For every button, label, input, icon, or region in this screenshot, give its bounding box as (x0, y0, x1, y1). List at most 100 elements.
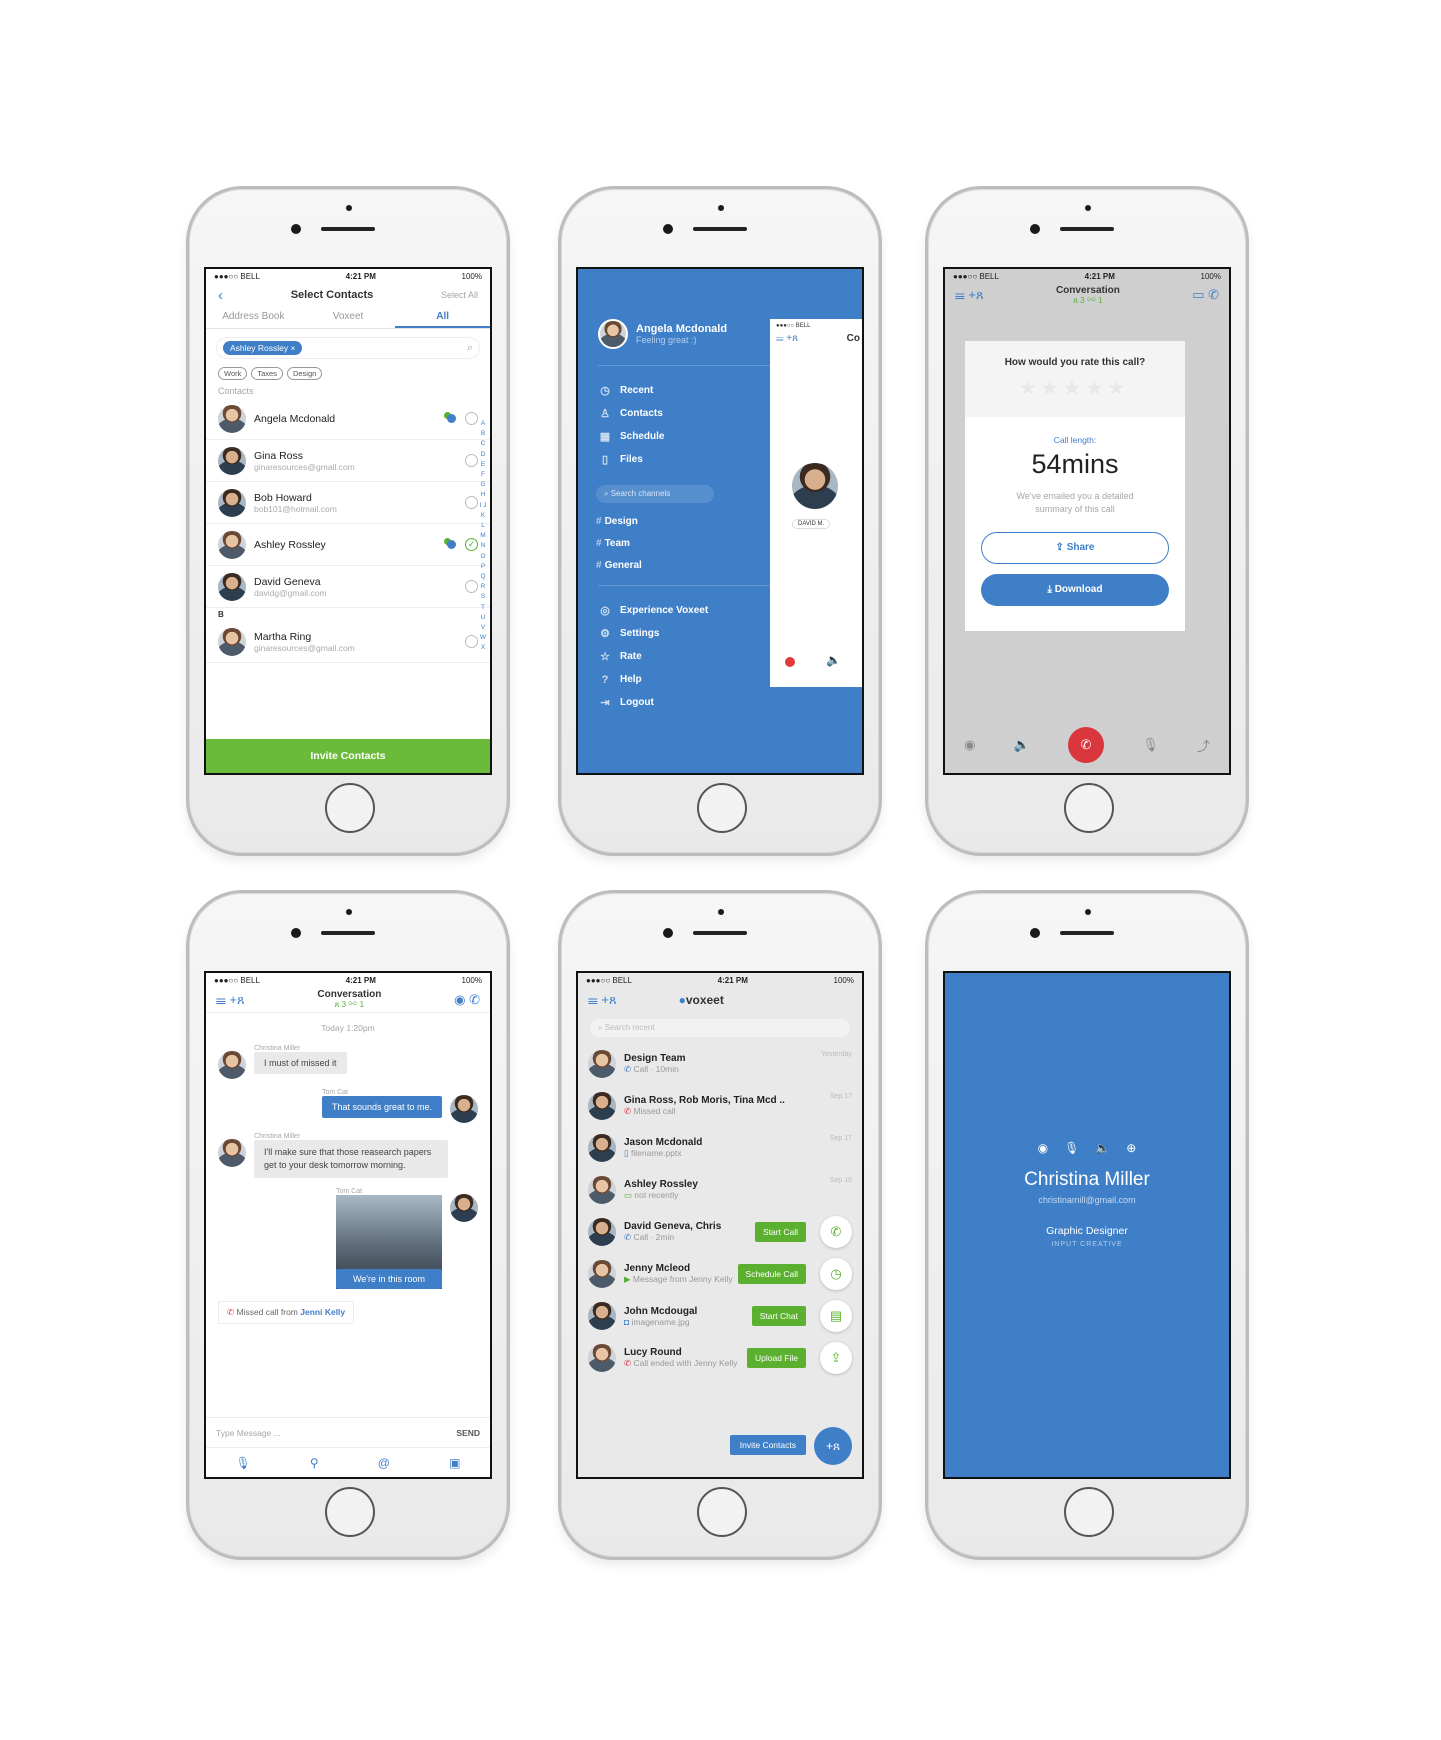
menu-item-logout[interactable]: ⇥ Logout (578, 691, 862, 714)
contact-name: David Geneva (254, 575, 321, 588)
contact-row[interactable]: Gina Ross ginaresources@gmail.com (206, 440, 490, 482)
message-left: Christina Miller I'll make sure that thos… (206, 1133, 490, 1178)
gear-icon: ⚙ (600, 628, 610, 640)
missed-text: Missed call from (236, 1307, 298, 1317)
home-button[interactable] (325, 1487, 375, 1537)
recent-row[interactable]: Jason Mcdonald ▯ filename.pptx Sep 17 (578, 1127, 862, 1169)
clock-icon[interactable]: ◷ (820, 1258, 852, 1290)
phone-icon[interactable]: ▭ ✆ (1192, 287, 1219, 303)
upload-file-button[interactable]: Upload File (747, 1348, 806, 1368)
missed-call-notice[interactable]: ✆ Missed call from Jenni Kelly (218, 1301, 355, 1324)
recent-row[interactable]: David Geneva, Chris ✆ Call · 2min Start Ca… (578, 1211, 862, 1253)
record-icon[interactable]: ◉ (964, 737, 975, 753)
menu-icon[interactable]: ☰ +ጸ (216, 992, 245, 1008)
home-button[interactable] (325, 783, 375, 833)
peek-conversation[interactable]: ●●●○○ BELL ☰ +ጸ Co DAVID M. 🔈 (770, 319, 862, 687)
home-button[interactable] (1064, 1487, 1114, 1537)
menu-icon[interactable]: ☰ +ጸ (588, 992, 617, 1008)
select-radio[interactable] (465, 635, 478, 648)
recent-row[interactable]: Ashley Rossley ▭ not recently Sep 16 (578, 1169, 862, 1211)
phone-icon[interactable]: ✆ (820, 1216, 852, 1248)
transfer-icon[interactable]: ⤴ (1197, 736, 1210, 755)
select-radio[interactable] (465, 454, 478, 467)
invite-contacts-button[interactable]: Invite Contacts (206, 739, 490, 773)
avatar (450, 1095, 478, 1123)
add-contact-fab[interactable]: +ጸ (814, 1427, 852, 1465)
recent-row[interactable]: Gina Ross, Rob Moris, Tina Mcd .. ✆ Misse… (578, 1085, 862, 1127)
tab-all[interactable]: All (395, 307, 490, 328)
selected-chip[interactable]: Ashley Rossley × (223, 341, 303, 355)
share-button[interactable]: ⇪ Share (981, 532, 1169, 564)
mute-icon[interactable]: 🎙 (1064, 1141, 1079, 1155)
image-icon[interactable]: ▣ (449, 1456, 460, 1470)
home-button[interactable] (697, 783, 747, 833)
tab-voxeet[interactable]: Voxeet (301, 307, 396, 328)
tab-address-book[interactable]: Address Book (206, 307, 301, 328)
speaker-icon[interactable]: 🔈 (1014, 737, 1030, 753)
home-button[interactable] (697, 1487, 747, 1537)
home-button[interactable] (1064, 783, 1114, 833)
search-input[interactable]: Ashley Rossley × ⌕ (216, 337, 480, 359)
contact-row[interactable]: David Geneva davidg@gmail.com (206, 566, 490, 608)
row-subtitle-text: Call · 10min (633, 1064, 679, 1074)
microphone-icon[interactable]: 🎙 (236, 1456, 251, 1470)
row-subtitle-text: Message from Jenny Kelly (632, 1274, 733, 1284)
header: ‹ Select Contacts Select All (206, 283, 490, 307)
image-attachment[interactable]: We're in this room (336, 1195, 442, 1289)
star-rating[interactable]: ★★★★★ (965, 378, 1185, 399)
chat-icon[interactable]: ▤ (820, 1300, 852, 1332)
tag-work[interactable]: Work (218, 367, 248, 380)
menu-icon[interactable]: ☰ +ጸ (955, 287, 984, 303)
speaker-icon[interactable]: 🔈 (1095, 1141, 1110, 1155)
start-call-button[interactable]: Start Call (755, 1222, 806, 1242)
add-icon[interactable]: ⊕ (1126, 1141, 1136, 1155)
clock: 4:21 PM (345, 975, 376, 985)
phone-icon[interactable]: ◉ ✆ (454, 992, 480, 1008)
profile-icon[interactable]: ◉ (1038, 1141, 1048, 1155)
invite-contacts-button[interactable]: Invite Contacts (729, 1435, 806, 1455)
recent-row[interactable]: Design Team ✆ Call · 10min Yesterday (578, 1043, 862, 1085)
volume-icon[interactable]: 🔈 (826, 653, 841, 667)
contact-row[interactable]: Angela Mcdonald (206, 398, 490, 440)
mute-icon[interactable]: 🎙 (1142, 737, 1159, 753)
recent-row[interactable]: John Mcdougal ◘ imagename.jpg Start Chat ▤ (578, 1295, 862, 1337)
contact-row[interactable]: Ashley Rossley ✓ (206, 524, 490, 566)
download-button[interactable]: ⤓ Download (981, 574, 1169, 606)
back-icon[interactable]: ‹ (218, 287, 223, 304)
record-icon[interactable] (785, 657, 795, 667)
selected-check-icon[interactable]: ✓ (465, 538, 478, 551)
select-radio[interactable] (465, 496, 478, 509)
message-composer: Type Message ... SEND (206, 1417, 490, 1447)
schedule-call-button[interactable]: Schedule Call (737, 1264, 806, 1284)
start-chat-button[interactable]: Start Chat (751, 1306, 806, 1326)
row-subtitle: ✆ Call · 2min (624, 1232, 721, 1243)
avatar (588, 1218, 616, 1246)
mention-icon[interactable]: @ (378, 1456, 390, 1470)
avatar (218, 572, 246, 601)
attach-icon[interactable]: ⚲ (310, 1456, 319, 1470)
send-button[interactable]: SEND (456, 1428, 480, 1438)
hangup-button[interactable]: ✆ (1068, 727, 1104, 763)
upload-icon[interactable]: ⇪ (820, 1342, 852, 1374)
recent-row[interactable]: Lucy Round ✆ Call ended with Jenny Kelly U… (578, 1337, 862, 1379)
missed-caller[interactable]: Jenni Kelly (300, 1307, 345, 1317)
search-placeholder: Search recent (604, 1023, 655, 1032)
select-radio[interactable] (465, 580, 478, 593)
menu-label: Logout (620, 697, 654, 708)
alphabet-index[interactable]: A B C D E F G H I J K L M N O P Q R S T … (479, 419, 487, 654)
contact-row[interactable]: Martha Ring ginaresources@gmail.com (206, 621, 490, 663)
tag-taxes[interactable]: Taxes (251, 367, 283, 380)
row-subtitle-text: Call · 2min (633, 1232, 675, 1242)
speaker (321, 931, 375, 935)
tag-design[interactable]: Design (286, 367, 323, 380)
select-all-button[interactable]: Select All (441, 290, 478, 300)
recent-row[interactable]: Jenny Mcleod ▶ Message from Jenny Kelly Sc… (578, 1253, 862, 1295)
contact-row[interactable]: Bob Howard bob101@hotmail.com (206, 482, 490, 524)
select-radio[interactable] (465, 412, 478, 425)
row-subtitle-text: Missed call (633, 1106, 676, 1116)
channel-search[interactable]: ⌕ Search channels (596, 485, 714, 503)
search-input[interactable]: ⌕ Search recent (590, 1019, 850, 1037)
message-input[interactable]: Type Message ... (216, 1428, 281, 1438)
chat-icon: ▭ (624, 1190, 635, 1200)
avatar (218, 1139, 246, 1167)
